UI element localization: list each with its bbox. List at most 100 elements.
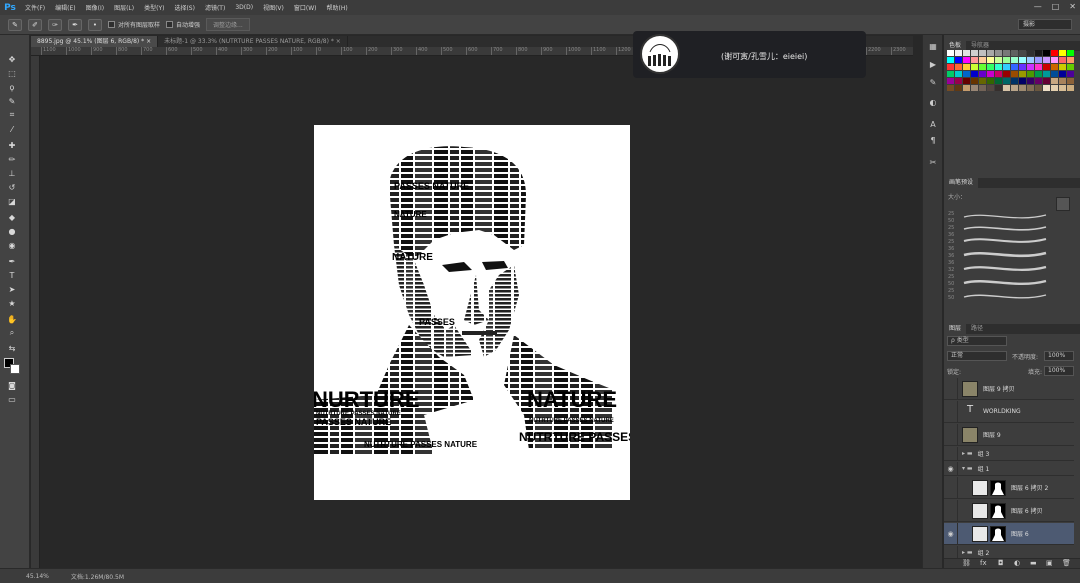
color-swatch[interactable] xyxy=(963,71,970,77)
color-swatch[interactable] xyxy=(1003,71,1010,77)
color-swatch[interactable] xyxy=(1027,57,1034,63)
lasso-tool-icon[interactable]: ϙ xyxy=(5,81,19,93)
visibility-eye-icon[interactable]: ◉ xyxy=(944,461,958,476)
color-swatch[interactable] xyxy=(955,85,962,91)
crop-tool-icon[interactable]: ⌗ xyxy=(5,109,19,121)
color-swatch[interactable] xyxy=(987,50,994,56)
color-swatch[interactable] xyxy=(1011,85,1018,91)
hand-tool-icon[interactable]: ✋ xyxy=(5,313,19,325)
menu-file[interactable]: 文件(F) xyxy=(20,3,50,12)
brush-tool-icon[interactable]: ✏ xyxy=(5,153,19,165)
swap-colors-icon[interactable]: ⇆ xyxy=(5,342,19,354)
visibility-eye-icon[interactable]: ◉ xyxy=(944,522,958,545)
color-swatch[interactable] xyxy=(987,85,994,91)
tab-close-icon[interactable]: × xyxy=(336,38,341,45)
link-layers-icon[interactable]: ⛓ xyxy=(962,559,971,567)
color-swatch[interactable] xyxy=(1011,64,1018,70)
color-swatch[interactable] xyxy=(1019,85,1026,91)
screen-mode-icon[interactable]: ▭ xyxy=(5,393,19,405)
layer-row[interactable]: 图层 6 拷贝 2 xyxy=(944,476,1074,499)
color-swatch[interactable] xyxy=(1051,64,1058,70)
color-swatch[interactable] xyxy=(1011,71,1018,77)
color-swatch[interactable] xyxy=(1043,71,1050,77)
color-swatch[interactable] xyxy=(979,85,986,91)
refine-edge-button[interactable]: 调整边缘... xyxy=(206,18,250,31)
color-swatch[interactable] xyxy=(1067,50,1074,56)
info-panel-icon[interactable]: ✎ xyxy=(927,77,939,87)
pen-tool-icon[interactable]: ✒ xyxy=(5,255,19,267)
color-swatch[interactable] xyxy=(1019,64,1026,70)
color-swatch[interactable] xyxy=(1067,71,1074,77)
folder-icon[interactable]: ▸ ▬ xyxy=(962,549,973,556)
blur-tool-icon[interactable]: ● xyxy=(5,225,19,237)
tool-presets-icon[interactable]: ✂ xyxy=(927,157,939,167)
color-swatch[interactable] xyxy=(995,71,1002,77)
color-swatch[interactable] xyxy=(979,57,986,63)
adjustments-panel-icon[interactable]: ◐ xyxy=(927,97,939,107)
color-swatch[interactable] xyxy=(1035,85,1042,91)
color-swatch[interactable] xyxy=(963,85,970,91)
color-swatch[interactable] xyxy=(1035,64,1042,70)
tab-close-icon[interactable]: × xyxy=(146,38,151,45)
tab-document-1[interactable]: 8895.jpg @ 45.1% (图层 6, RGB/8) * × xyxy=(31,36,159,47)
color-swatch[interactable] xyxy=(947,64,954,70)
folder-icon[interactable]: ▾ ▬ xyxy=(962,465,973,472)
history-brush-tool-icon[interactable]: ↺ xyxy=(5,181,19,193)
checkbox-box[interactable] xyxy=(166,21,174,28)
paragraph-panel-icon[interactable]: ¶ xyxy=(927,135,939,145)
color-swatch[interactable] xyxy=(1035,50,1042,56)
blend-mode-select[interactable]: 正常 xyxy=(947,351,1007,361)
layer-mask-thumbnail[interactable] xyxy=(990,479,1006,496)
layer-style-icon[interactable]: fx xyxy=(980,559,987,567)
layer-row[interactable]: T WORLDKING xyxy=(944,400,1074,423)
tab-paths[interactable]: 路径 xyxy=(966,324,988,334)
add-mask-icon[interactable]: ◘ xyxy=(998,559,1004,567)
tab-brush-presets[interactable]: 画笔预设 xyxy=(944,178,979,188)
color-swatch[interactable] xyxy=(1035,57,1042,63)
color-swatch[interactable] xyxy=(1059,78,1066,84)
maximize-button[interactable]: □ xyxy=(1052,2,1060,11)
color-swatch[interactable] xyxy=(1027,78,1034,84)
layer-mask-thumbnail[interactable] xyxy=(990,525,1006,542)
subtract-selection-icon[interactable]: ✒ xyxy=(68,18,82,31)
document-canvas[interactable]: NURTURE NATURE NUTRTURE PASSES NUTRTURE … xyxy=(314,125,630,500)
color-swatch[interactable] xyxy=(1051,85,1058,91)
tab-layers[interactable]: 图层 xyxy=(944,324,967,334)
brush-list[interactable]: 25 50 25 36 25 36 36 36 32 25 50 25 50 xyxy=(946,207,1051,307)
color-swatch[interactable] xyxy=(955,64,962,70)
color-swatch[interactable] xyxy=(987,71,994,77)
new-layer-icon[interactable]: ▣ xyxy=(1046,559,1053,567)
menu-filter[interactable]: 滤镜(T) xyxy=(200,3,230,12)
move-tool-icon[interactable]: ✥ xyxy=(5,53,19,65)
fill-input[interactable]: 100% xyxy=(1044,366,1074,376)
checkbox-box[interactable] xyxy=(108,21,115,28)
opacity-input[interactable]: 100% xyxy=(1044,351,1074,361)
background-color-swatch[interactable] xyxy=(10,364,20,374)
type-tool-icon[interactable]: T xyxy=(5,269,19,281)
color-swatch[interactable] xyxy=(971,85,978,91)
color-swatch[interactable] xyxy=(1067,78,1074,84)
layer-mask-thumbnail[interactable] xyxy=(990,502,1006,519)
delete-layer-icon[interactable]: 🗑 xyxy=(1062,559,1071,567)
color-swatch[interactable] xyxy=(1043,78,1050,84)
auto-enhance-checkbox[interactable]: 自动增强 xyxy=(166,20,200,29)
color-swatch[interactable] xyxy=(995,57,1002,63)
sample-all-layers-checkbox[interactable]: 对所有图层取样 xyxy=(108,20,160,29)
layer-group-row[interactable]: ▸ ▬ 组 3 xyxy=(944,446,1074,461)
color-swatch[interactable] xyxy=(995,50,1002,56)
color-swatch[interactable] xyxy=(1019,57,1026,63)
color-swatch[interactable] xyxy=(1027,64,1034,70)
shape-tool-icon[interactable]: ★ xyxy=(5,297,19,309)
color-swatch[interactable] xyxy=(1019,78,1026,84)
color-swatch[interactable] xyxy=(955,78,962,84)
color-swatch[interactable] xyxy=(947,71,954,77)
healing-brush-tool-icon[interactable]: ✚ xyxy=(5,139,19,151)
layer-row[interactable]: 图层 6 拷贝 xyxy=(944,499,1074,522)
eyedropper-tool-icon[interactable]: ⁄ xyxy=(5,123,19,135)
history-panel-icon[interactable]: ▦ xyxy=(927,41,939,51)
color-swatch[interactable] xyxy=(1027,50,1034,56)
quick-mask-icon[interactable]: ◙ xyxy=(5,379,19,391)
document-size[interactable]: 文档:1.26M/80.5M xyxy=(71,572,124,581)
color-swatch[interactable] xyxy=(987,78,994,84)
menu-image[interactable]: 图像(I) xyxy=(81,3,109,12)
